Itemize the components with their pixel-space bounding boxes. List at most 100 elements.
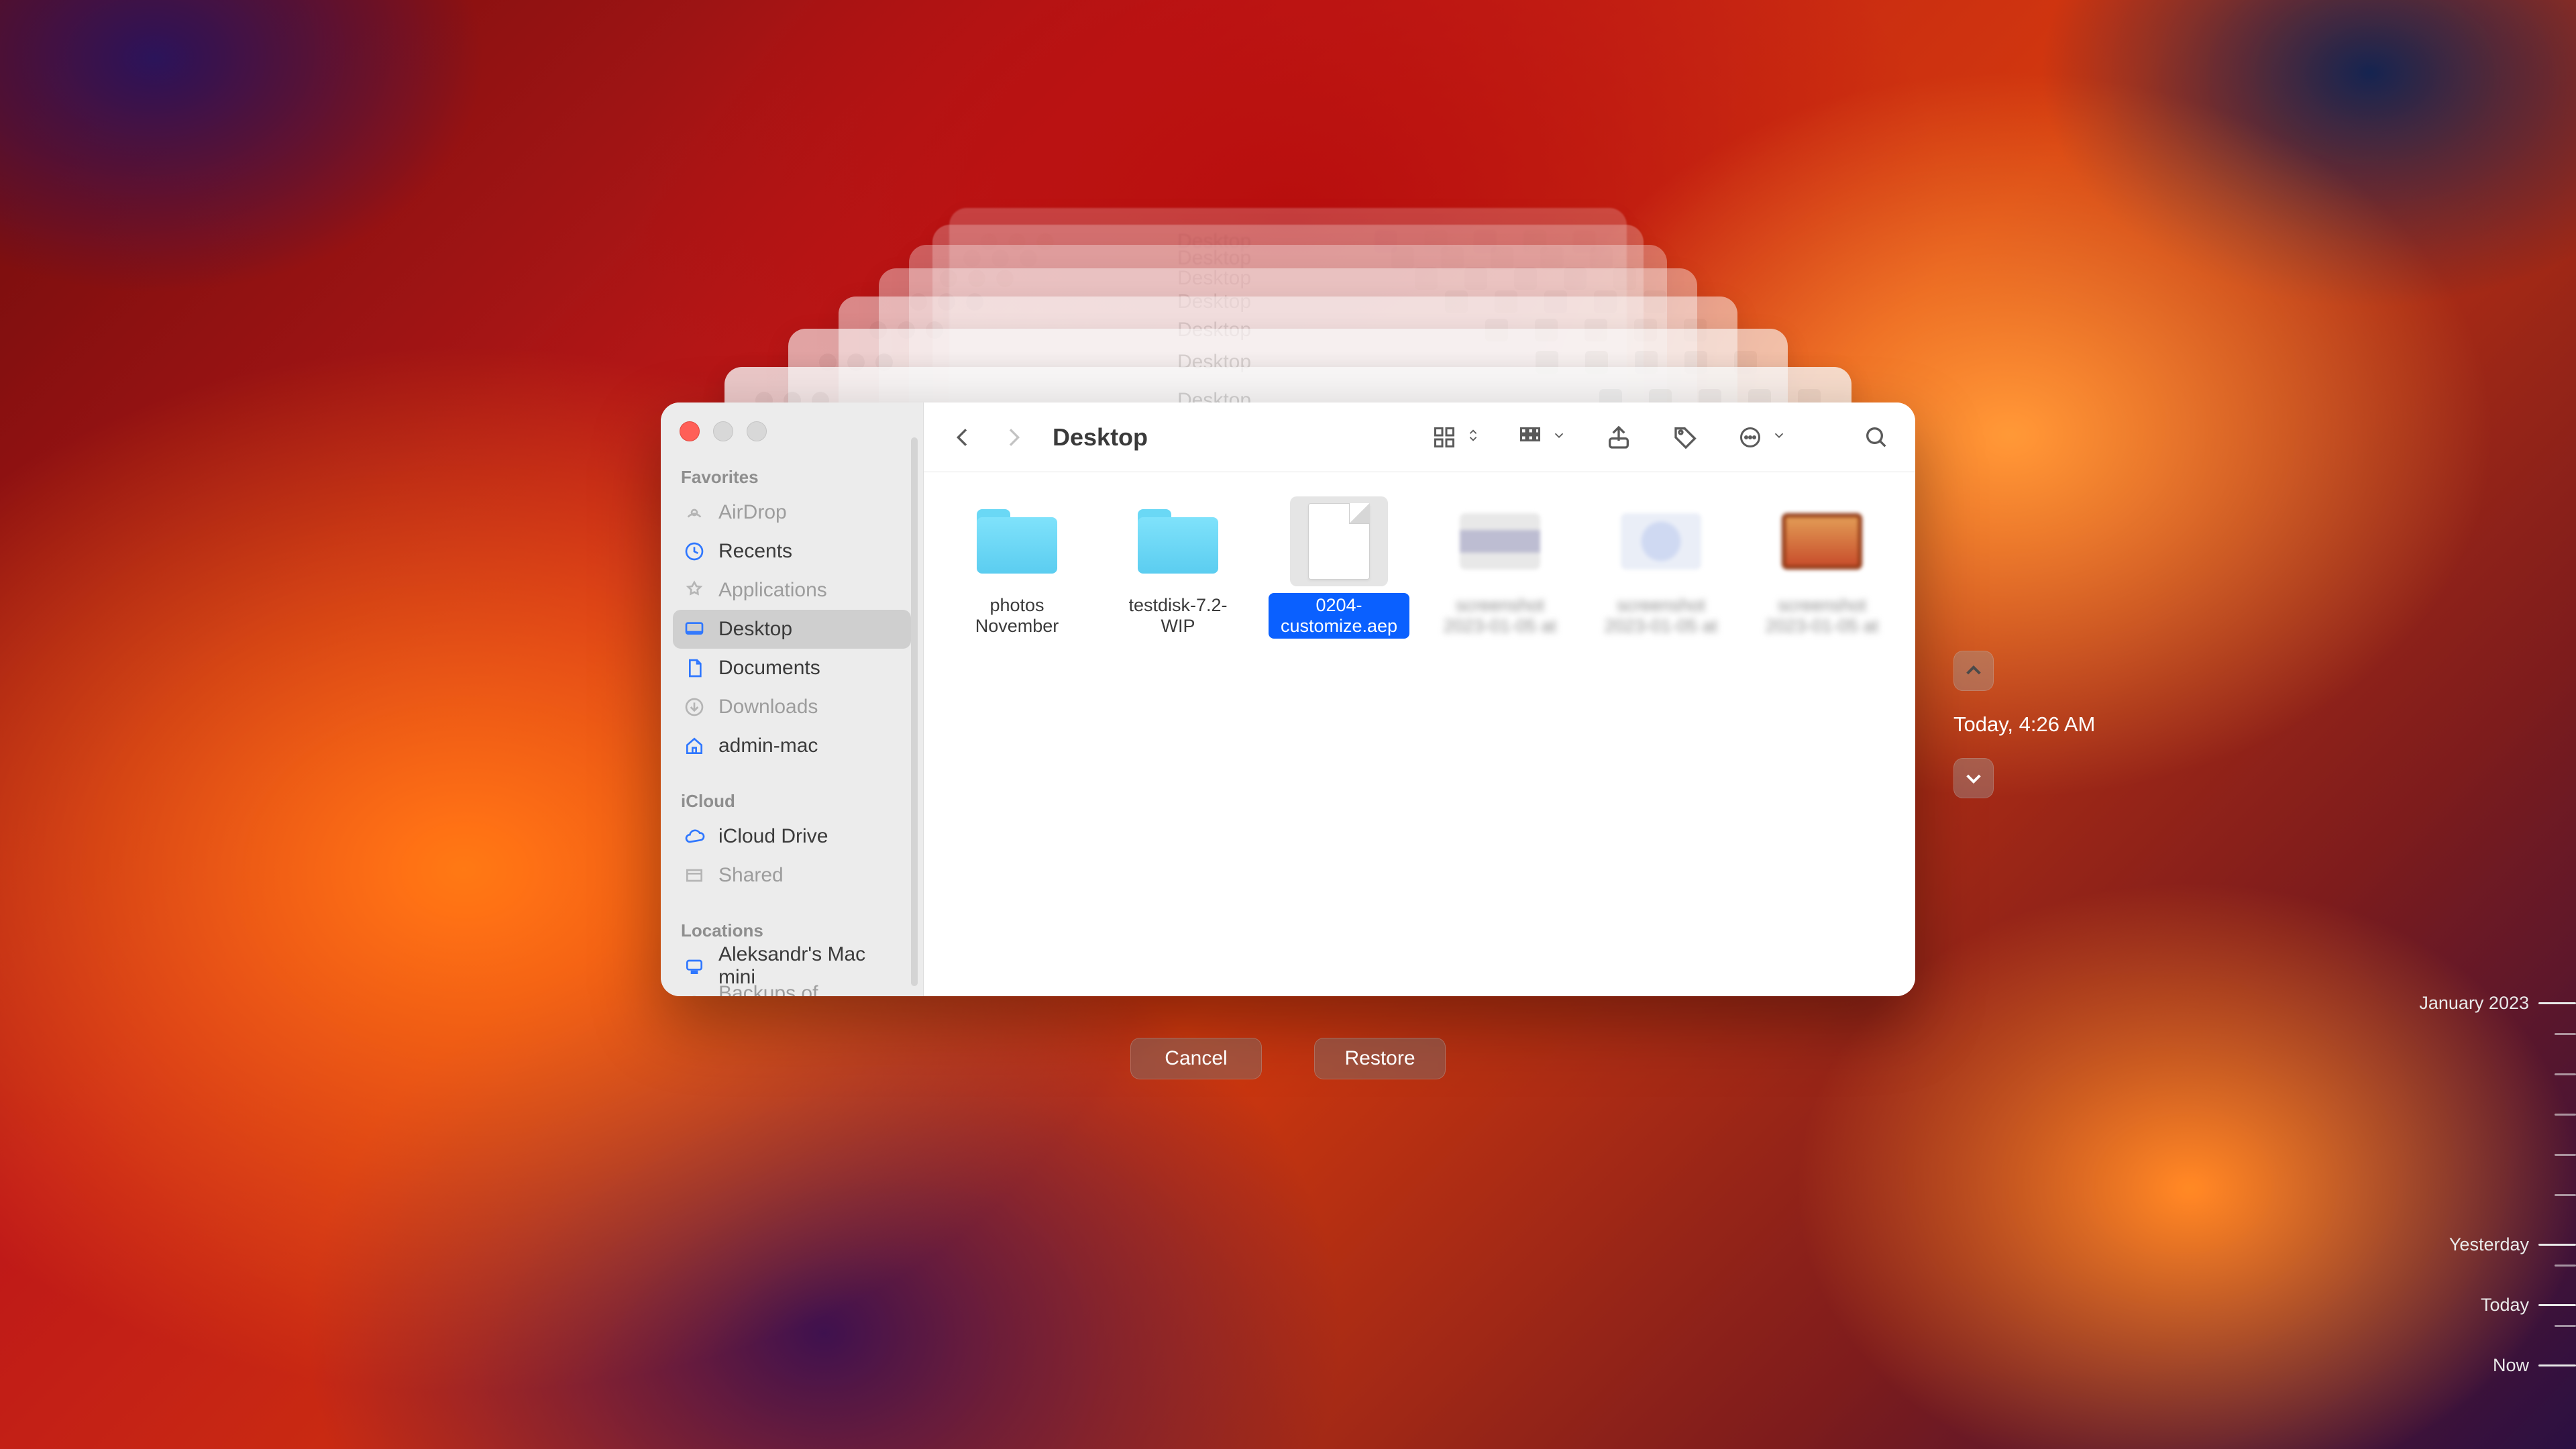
restore-button[interactable]: Restore xyxy=(1314,1038,1446,1079)
file-name: screenshot 2023-01-05 at xyxy=(1752,593,1892,639)
window-controls xyxy=(673,419,911,441)
folder-icon xyxy=(1129,496,1227,586)
file-icon xyxy=(1290,496,1388,586)
sidebar-item-airdrop[interactable]: AirDrop xyxy=(673,493,911,532)
file-item[interactable]: photos November xyxy=(943,496,1091,972)
back-button[interactable] xyxy=(948,423,977,452)
file-item[interactable]: screenshot 2023-01-05 at xyxy=(1748,496,1896,972)
desktop-icon xyxy=(682,617,706,641)
more-button[interactable] xyxy=(1738,425,1786,449)
home-icon xyxy=(682,734,706,758)
timeline-tick[interactable] xyxy=(2402,1325,2576,1327)
timeline-tick-bar xyxy=(2555,1073,2576,1075)
group-button[interactable] xyxy=(1518,425,1566,449)
timeline-tick[interactable] xyxy=(2402,1114,2576,1116)
fullscreen-button[interactable] xyxy=(747,421,767,441)
finder-window: FavoritesAirDropRecentsApplicationsDeskt… xyxy=(661,402,1915,996)
sidebar-heading: Favorites xyxy=(673,467,911,493)
timeline-label: Yesterday xyxy=(2449,1234,2529,1255)
tags-button[interactable] xyxy=(1671,423,1701,452)
timeline-tick[interactable] xyxy=(2402,1265,2576,1267)
sidebar-item-recents[interactable]: Recents xyxy=(673,532,911,571)
file-item[interactable]: 0204-customize.aep xyxy=(1265,496,1413,972)
timeline-tick[interactable] xyxy=(2402,1033,2576,1035)
sidebar-item-admin-mac[interactable]: admin-mac xyxy=(673,727,911,765)
timeline-tick-bar xyxy=(2538,1304,2576,1306)
file-name: 0204-customize.aep xyxy=(1269,593,1409,639)
toolbar: Desktop xyxy=(924,402,1915,472)
file-name: screenshot 2023-01-05 at xyxy=(1430,593,1570,639)
search-button[interactable] xyxy=(1862,423,1891,452)
timeline-tick-bar xyxy=(2538,1002,2576,1004)
apps-icon xyxy=(682,578,706,602)
sidebar-item-icloud-drive[interactable]: iCloud Drive xyxy=(673,817,911,856)
shared-icon xyxy=(682,863,706,888)
snapshot-nav: Today, 4:26 AM xyxy=(1953,651,2095,798)
action-bar: Cancel Restore xyxy=(1130,1038,1446,1079)
sidebar-item-label: Desktop xyxy=(718,618,792,641)
sidebar-item-applications[interactable]: Applications xyxy=(673,571,911,610)
minimize-button[interactable] xyxy=(713,421,733,441)
cancel-button[interactable]: Cancel xyxy=(1130,1038,1262,1079)
close-button[interactable] xyxy=(680,421,700,441)
mac-icon xyxy=(682,954,706,978)
sidebar-item-label: iCloud Drive xyxy=(718,825,828,848)
content-pane: Desktop xyxy=(924,402,1915,996)
file-name: testdisk-7.2-WIP xyxy=(1108,593,1248,639)
sidebar-item-shared[interactable]: Shared xyxy=(673,856,911,895)
sidebar-item-aleksandr-s-mac-mini[interactable]: Aleksandr's Mac mini xyxy=(673,947,911,985)
timeline-tick-bar xyxy=(2538,1244,2576,1246)
doc-icon xyxy=(682,656,706,680)
file-name: photos November xyxy=(947,593,1087,639)
file-grid[interactable]: photos November testdisk-7.2-WIP 0204-cust… xyxy=(924,472,1915,996)
airdrop-icon xyxy=(682,500,706,525)
timeline-tick-bar xyxy=(2555,1325,2576,1327)
thumbnail xyxy=(1773,496,1871,586)
view-icons-button[interactable] xyxy=(1432,425,1481,449)
timeline-tick-bar xyxy=(2555,1154,2576,1156)
chevron-down-icon xyxy=(1552,428,1566,446)
timeline-tick[interactable] xyxy=(2402,1154,2576,1156)
file-name: screenshot 2023-01-05 at xyxy=(1591,593,1731,639)
snapshot-time-label: Today, 4:26 AM xyxy=(1953,712,2095,737)
snapshot-newer-button[interactable] xyxy=(1953,758,1994,798)
time-machine-stage: Desktop Desktop Desktop Desktop Desktop … xyxy=(661,453,1915,996)
thumbnail xyxy=(1612,496,1710,586)
sidebar-item-label: AirDrop xyxy=(718,501,787,524)
timeline-tick-bar xyxy=(2555,1114,2576,1116)
timeline-tick-yesterday[interactable]: Yesterday xyxy=(2402,1234,2576,1255)
thumbnail xyxy=(1451,496,1549,586)
sidebar-item-label: Downloads xyxy=(718,696,818,718)
forward-button[interactable] xyxy=(999,423,1028,452)
sidebar-item-documents[interactable]: Documents xyxy=(673,649,911,688)
chevrons-updown-icon xyxy=(1466,428,1481,446)
share-button[interactable] xyxy=(1604,423,1633,452)
timeline-tick[interactable] xyxy=(2402,1073,2576,1075)
clock-icon xyxy=(682,539,706,564)
sidebar-heading: iCloud xyxy=(673,791,911,817)
location-title: Desktop xyxy=(1053,423,1148,451)
cloud-icon xyxy=(682,824,706,849)
snapshot-older-button[interactable] xyxy=(1953,651,1994,691)
sidebar-item-label: Applications xyxy=(718,579,827,602)
file-item[interactable]: screenshot 2023-01-05 at xyxy=(1587,496,1735,972)
timeline-tick-bar xyxy=(2555,1033,2576,1035)
sidebar-scrollbar[interactable] xyxy=(910,437,919,986)
timeline-tick-january-2023[interactable]: January 2023 xyxy=(2402,993,2576,1014)
timeline-label: Now xyxy=(2493,1355,2529,1376)
file-item[interactable]: testdisk-7.2-WIP xyxy=(1104,496,1252,972)
sidebar-item-downloads[interactable]: Downloads xyxy=(673,688,911,727)
timeline-tick[interactable] xyxy=(2402,1194,2576,1196)
sidebar-item-backups-of-aleksandr-[interactable]: Backups of Aleksandr'… xyxy=(673,985,911,996)
timeline-tick-bar xyxy=(2538,1364,2576,1366)
timeline-tick-bar xyxy=(2555,1194,2576,1196)
folder-icon xyxy=(968,496,1066,586)
file-item[interactable]: screenshot 2023-01-05 at xyxy=(1426,496,1574,972)
timeline-tick-today[interactable]: Today xyxy=(2402,1295,2576,1316)
sidebar-item-label: Documents xyxy=(718,657,820,680)
sidebar-item-desktop[interactable]: Desktop xyxy=(673,610,911,649)
timeline-label: Today xyxy=(2481,1295,2529,1316)
timeline-label: January 2023 xyxy=(2419,993,2529,1014)
timeline-tick-now[interactable]: Now xyxy=(2402,1355,2576,1376)
sidebar: Favorites AirDrop Recents Applications Deskt… xyxy=(661,402,924,996)
